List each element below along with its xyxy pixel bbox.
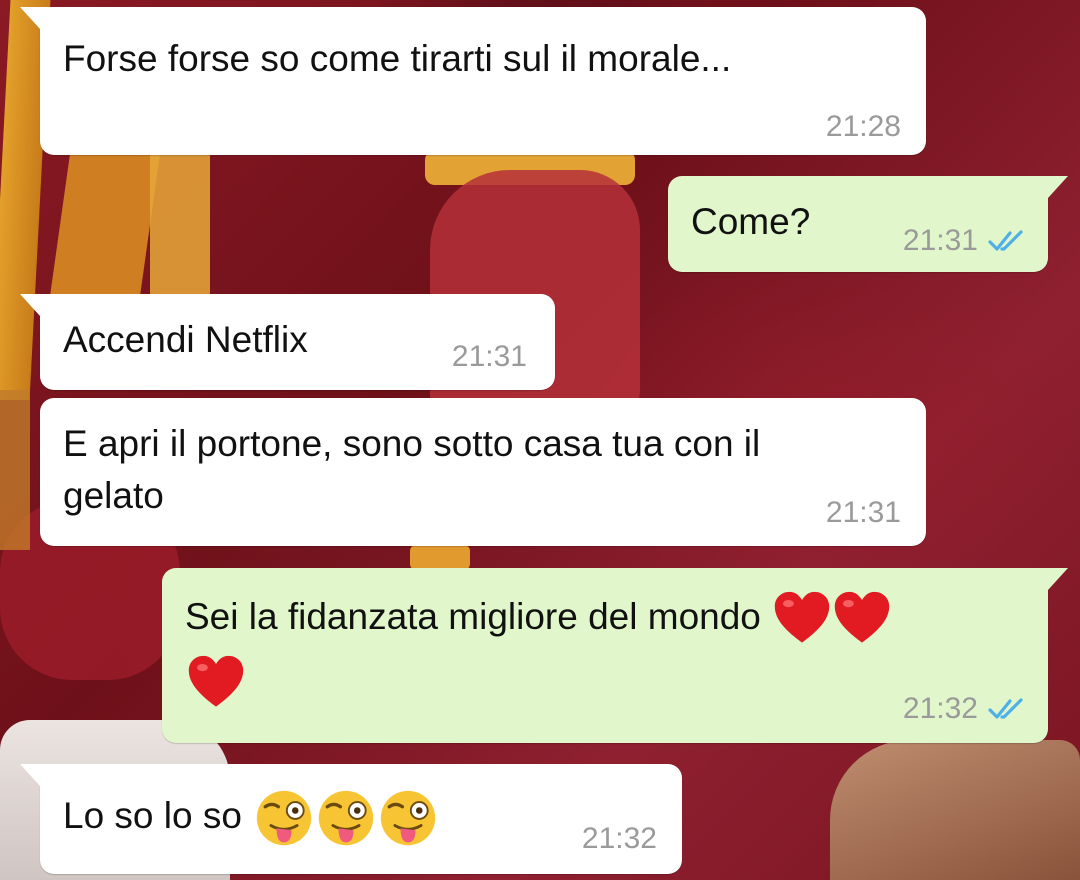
winking-face-with-tongue-icon — [257, 790, 312, 846]
message-meta: 21:32 — [582, 822, 657, 856]
message-bubble-outgoing[interactable]: Sei la fidanzata migliore del mondo 21:3… — [162, 568, 1068, 743]
red-heart-icon — [188, 655, 244, 707]
message-bubble-incoming[interactable]: Lo so lo so 21:32 — [20, 764, 682, 874]
message-time: 21:32 — [581, 822, 657, 855]
winking-face-with-tongue-icon — [319, 790, 374, 846]
message-time: 21:28 — [825, 110, 901, 143]
message-text: Lo so lo so — [63, 788, 438, 848]
message-text-line-2: gelato — [63, 475, 164, 516]
message-time: 21:31 — [902, 224, 978, 257]
winking-face-with-tongue-icon — [381, 790, 436, 846]
message-bubble-outgoing[interactable]: Come? 21:31 — [668, 176, 1068, 272]
message-time: 21:31 — [825, 496, 901, 529]
message-text: Forse forse so come tirarti sul il moral… — [63, 38, 732, 79]
message-emoji-line-2 — [185, 654, 245, 712]
message-text-content: Lo so lo so — [63, 794, 242, 836]
message-meta: 21:28 — [826, 110, 901, 144]
message-text: Accendi Netflix — [63, 319, 308, 360]
message-text-content: Sei la fidanzata migliore del mondo — [185, 595, 761, 637]
message-time: 21:32 — [902, 692, 978, 725]
double-check-icon — [988, 698, 1023, 719]
message-text-line-1: E apri il portone, sono sotto casa tua c… — [63, 423, 761, 464]
red-heart-icon — [774, 591, 830, 643]
message-text: Sei la fidanzata migliore del mondo — [185, 590, 891, 648]
message-meta: 21:31 — [452, 340, 527, 374]
double-check-icon — [988, 230, 1023, 251]
message-time: 21:31 — [451, 340, 527, 373]
message-bubble-incoming[interactable]: Accendi Netflix 21:31 — [20, 294, 555, 390]
message-meta: 21:31 — [903, 224, 1028, 258]
message-bubble-incoming[interactable]: Forse forse so come tirarti sul il moral… — [20, 7, 926, 155]
message-meta: 21:31 — [826, 496, 901, 530]
message-meta: 21:32 — [903, 692, 1028, 726]
red-heart-icon — [834, 591, 890, 643]
message-bubble-incoming[interactable]: E apri il portone, sono sotto casa tua c… — [40, 398, 926, 546]
message-text: Come? — [691, 201, 811, 242]
